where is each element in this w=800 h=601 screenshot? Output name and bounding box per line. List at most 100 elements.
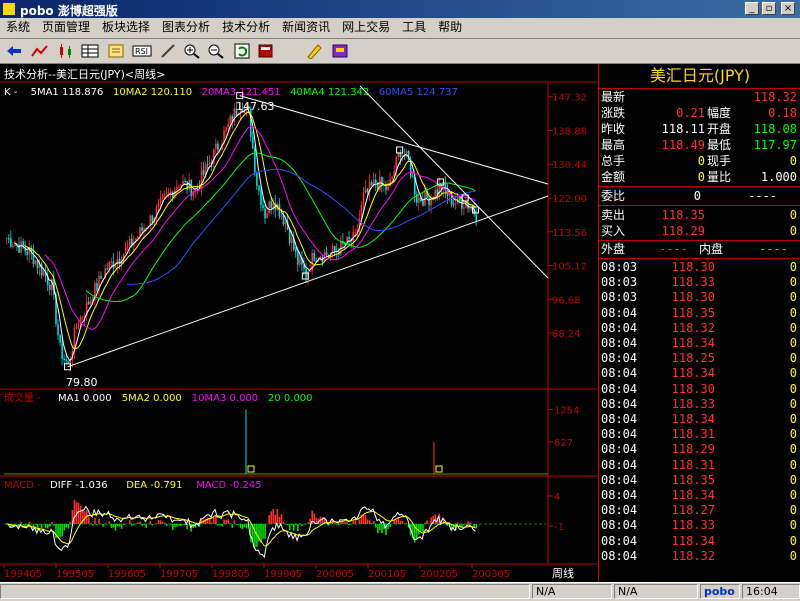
tick-volume: 0: [789, 336, 797, 350]
macd-bar: [67, 524, 70, 529]
quote-label: 幅度: [707, 106, 732, 120]
price-tick: 138.88: [552, 126, 587, 137]
trendline-handle[interactable]: [396, 146, 404, 154]
ma-legend-item: 40MA4 121.342: [290, 87, 369, 98]
menu-system[interactable]: 系统: [0, 18, 36, 37]
high-annotation: 147.63: [236, 100, 275, 113]
zoom-out-icon[interactable]: [206, 41, 226, 61]
pencil-icon[interactable]: [158, 41, 178, 61]
purple-book-icon[interactable]: [330, 41, 350, 61]
tick-volume: 0: [789, 351, 797, 366]
macd-bar: [178, 524, 180, 526]
menu-help[interactable]: 帮助: [432, 18, 468, 37]
ma-legend-item: 5MA1 118.876: [31, 87, 104, 98]
candle: [34, 260, 37, 264]
chart-area[interactable]: 技术分析--美汇日元(JPY)<周线> K - 5MA1 118.876 10MA2…: [0, 64, 598, 582]
toolbar: RSI: [0, 39, 800, 64]
menu-sector-select[interactable]: 板块选择: [96, 18, 156, 37]
back-arrow-icon[interactable]: [4, 41, 24, 61]
candle: [20, 241, 22, 253]
close-button[interactable]: ×: [781, 2, 795, 15]
menu-chart-analysis[interactable]: 图表分析: [156, 18, 216, 37]
tick-volume: 0: [789, 427, 797, 442]
macd-bar: [426, 520, 428, 524]
macd-bar: [334, 523, 336, 524]
menu-online-trading[interactable]: 网上交易: [336, 18, 396, 37]
candle: [266, 213, 268, 219]
time-tick: 200005: [316, 569, 354, 580]
candle: [391, 176, 393, 179]
ask-row[interactable]: 卖出 118.35 0: [599, 207, 800, 223]
quote-value: 0: [789, 154, 797, 168]
macd-bar: [243, 524, 246, 528]
volume-marker: [435, 465, 443, 473]
macd-bar: [403, 523, 406, 525]
price-tick: 88.24: [552, 329, 581, 340]
table-icon[interactable]: [80, 41, 100, 61]
price-axis: 147.32 138.88 130.44 122.00 113.56 105.12 96.6…: [548, 93, 587, 340]
macd-bar: [170, 524, 172, 525]
tick-row: 08:04 118.25 0: [599, 350, 800, 366]
menu-page-management[interactable]: 页面管理: [36, 18, 96, 37]
status-bar: N/A N/A pobo 16:04: [0, 582, 800, 601]
macd-bar: [192, 524, 195, 529]
macd-bar: [307, 522, 309, 524]
macd-bar: [469, 522, 471, 524]
macd-bar: [342, 522, 344, 524]
zoom-in-icon[interactable]: [182, 41, 202, 61]
macd-bar: [151, 524, 154, 526]
macd-bar: [108, 521, 111, 524]
refresh-icon[interactable]: [232, 41, 252, 61]
restore-button[interactable]: ▫: [762, 2, 776, 15]
macd-bar: [297, 524, 299, 532]
macd-bar: [180, 524, 182, 527]
time-tick: 199605: [108, 569, 146, 580]
menu-technical-analysis[interactable]: 技术分析: [216, 18, 276, 37]
tick-volume: 0: [789, 320, 797, 335]
minimize-button[interactable]: _: [745, 2, 759, 15]
macd-bar: [348, 524, 350, 526]
bid-volume: 0: [789, 224, 797, 238]
title-bar: pobo 澎博超强版 _ ▫ ×: [0, 0, 800, 18]
macd-bar: [405, 523, 408, 524]
macd-bar: [153, 523, 156, 525]
tick-row: 08:04 118.33 0: [599, 396, 800, 412]
tick-time: 08:04: [601, 305, 638, 320]
tick-volume: 0: [789, 518, 797, 533]
macd-bar: [141, 524, 143, 526]
macd-bar: [92, 524, 94, 526]
candle: [288, 230, 291, 244]
macd-bar: [354, 520, 357, 524]
macd-bar: [129, 519, 131, 524]
trendlines[interactable]: [64, 85, 549, 371]
candle: [463, 207, 465, 209]
tick-row: 08:04 118.31 0: [599, 457, 800, 473]
tick-row: 08:04 118.34 0: [599, 533, 800, 549]
support-trendline[interactable]: [67, 195, 549, 368]
macd-bar: [65, 524, 68, 528]
ma-legend: K -5MA1 118.876 10MA2 120.110 20MA3 121.45…: [4, 87, 458, 98]
macd-bar: [225, 519, 227, 524]
menu-tools[interactable]: 工具: [396, 18, 432, 37]
menu-news[interactable]: 新闻资讯: [276, 18, 336, 37]
macd-bar: [16, 524, 18, 525]
notebook-icon[interactable]: [106, 41, 126, 61]
macd-bar: [61, 524, 63, 537]
candlestick-icon[interactable]: [56, 41, 76, 61]
tick-price: 118.29: [671, 442, 715, 457]
marker-icon[interactable]: [304, 41, 324, 61]
macd-bar: [467, 521, 469, 524]
candle: [299, 258, 301, 265]
macd-bar: [172, 524, 174, 531]
macd-bar: [428, 523, 430, 525]
rsi-icon[interactable]: RSI: [132, 41, 152, 61]
quote-label: 量比: [707, 170, 732, 184]
window-title: pobo 澎博超强版: [20, 4, 118, 18]
book-icon[interactable]: [256, 41, 276, 61]
tick-price: 118.31: [671, 457, 715, 472]
line-chart-icon[interactable]: [30, 41, 50, 61]
bid-row[interactable]: 买入 118.29 0: [599, 223, 800, 239]
candle: [424, 190, 426, 206]
candlestick-chart[interactable]: 技术分析--美汇日元(JPY)<周线> K - 5MA1 118.876 10MA2…: [0, 64, 598, 582]
macd-bar: [418, 524, 420, 535]
